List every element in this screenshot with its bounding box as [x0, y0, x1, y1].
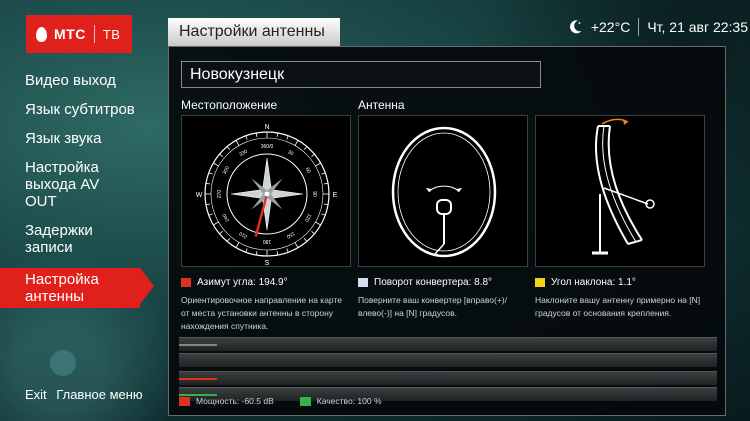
- compass-tick: [276, 251, 279, 256]
- compass-degree-label: 30: [287, 149, 295, 157]
- azimuth-label: Азимут угла: 194.9°: [197, 277, 288, 288]
- strength-swatch: [179, 396, 190, 406]
- antenna-settings-panel: Настройки антенны Новокузнецк Местополож…: [168, 18, 726, 416]
- mts-tv-logo: МТС ТВ: [26, 15, 132, 53]
- dish-front-graphic: [391, 126, 497, 258]
- tilt-legend: Угол наклона: 1.1° Наклоните вашу антенн…: [535, 277, 705, 320]
- location-title: Местоположение: [181, 98, 278, 112]
- compass-degree-label: 90: [311, 191, 317, 197]
- tilt-swatch: [535, 278, 545, 287]
- compass-tick: [213, 162, 219, 167]
- compass-tick: [276, 132, 279, 137]
- mts-egg-icon: [36, 26, 47, 42]
- compass-degree-label: 120: [303, 212, 312, 222]
- compass-direction-E: E: [333, 192, 338, 199]
- compass-tick: [311, 153, 315, 158]
- compass-direction-N: N: [264, 124, 269, 131]
- compass-tick: [235, 242, 240, 248]
- compass-tick: [208, 172, 213, 175]
- compass-degree-label: 210: [238, 230, 248, 239]
- compass-tick: [255, 251, 258, 256]
- compass-degree-label: 360/0: [261, 144, 274, 150]
- compass-tick: [315, 221, 321, 226]
- rotation-legend: Поворот конвертера: 8.8° Поверните ваш к…: [358, 277, 528, 320]
- compass-degree-label: 300: [222, 165, 231, 175]
- tilt-description: Наклоните вашу антенну примерно на [N] г…: [535, 295, 701, 318]
- compass-tick: [205, 182, 210, 185]
- menu-item-audio-language[interactable]: Язык звука: [0, 124, 160, 153]
- compass-box: N E S W 360/0 30 60 90 120 150 180 210 240 270 300 330: [181, 115, 351, 267]
- strength-label: Мощность: -60.5 dB: [196, 396, 274, 406]
- compass-tick: [226, 146, 231, 150]
- compass-tick: [321, 213, 326, 216]
- azimuth-swatch: [181, 278, 191, 287]
- brand-name: МТС: [54, 26, 86, 42]
- compass-tick: [321, 172, 326, 175]
- menu-item-subtitle-language[interactable]: Язык субтитров: [0, 95, 160, 124]
- antenna-title: Антенна: [358, 98, 405, 112]
- quality-label: Качество: 100 %: [316, 396, 382, 406]
- compass-tick: [219, 230, 223, 235]
- compass-tick: [294, 242, 299, 248]
- tilt-label: Угол наклона: 1.1°: [551, 277, 636, 288]
- dish-side-graphic: [592, 118, 655, 255]
- settings-menu: Видео выход Язык субтитров Язык звука На…: [0, 66, 160, 308]
- compass-tick: [226, 238, 231, 242]
- compass-graphic: N E S W 360/0 30 60 90 120 150 180 210 240 270 300 330: [196, 124, 338, 267]
- compass-tick: [324, 203, 329, 206]
- compass-tick: [324, 182, 329, 185]
- compass-tick: [303, 238, 308, 242]
- azimuth-legend: Азимут угла: 194.9° Ориентировочное напр…: [181, 277, 351, 333]
- logo-divider: [93, 25, 95, 43]
- compass-degree-label: 330: [238, 149, 248, 158]
- compass-degree-label: 270: [217, 190, 223, 199]
- compass-tick: [255, 132, 258, 137]
- compass-degree-label: 180: [263, 238, 272, 244]
- antenna-side-box: [535, 115, 705, 267]
- separator-bar: [179, 353, 717, 367]
- azimuth-description: Ориентировочное направление на карте от …: [181, 295, 343, 331]
- compass-direction-S: S: [265, 260, 270, 267]
- compass-tick: [315, 162, 321, 167]
- signal-stats: Мощность: -60.5 dB Качество: 100 %: [179, 396, 408, 406]
- compass-tick: [303, 146, 308, 150]
- compass-tick: [235, 140, 240, 146]
- compass-tick: [311, 230, 315, 235]
- rotation-swatch: [358, 278, 368, 287]
- globe-icon: [50, 350, 76, 376]
- main-menu-label: Главное меню: [56, 387, 143, 402]
- compass-degree-label: 60: [304, 167, 312, 175]
- rotation-label: Поворот конвертера: 8.8°: [374, 277, 493, 288]
- compass-degree-label: 240: [222, 212, 231, 222]
- strength-stat: Мощность: -60.5 dB: [179, 396, 274, 406]
- antenna-front-box: [358, 115, 528, 267]
- compass-degree-label: 150: [285, 230, 295, 239]
- city-field[interactable]: Новокузнецк: [181, 61, 541, 88]
- compass-tick: [208, 213, 213, 216]
- menu-item-av-out[interactable]: Настройка выхода AV OUT: [0, 153, 120, 216]
- menu-item-video-output[interactable]: Видео выход: [0, 66, 160, 95]
- brand-product: ТВ: [102, 26, 121, 42]
- rotation-description: Поверните ваш конвертер [вправо(+)/влево…: [358, 295, 507, 318]
- menu-item-antenna-setup[interactable]: Настройка антенны: [0, 268, 154, 308]
- compass-tick: [286, 248, 289, 253]
- compass-tick: [294, 140, 299, 146]
- compass-direction-W: W: [196, 192, 203, 199]
- compass-tick: [286, 135, 289, 140]
- quality-swatch: [299, 396, 311, 406]
- compass-tick: [205, 203, 210, 206]
- quality-stat: Качество: 100 %: [299, 396, 382, 406]
- exit-key: Exit: [25, 387, 47, 402]
- menu-item-recording-delays[interactable]: Задержки записи: [0, 216, 110, 262]
- compass-tick: [245, 248, 248, 253]
- header-bar: [179, 337, 717, 351]
- panel-title: Настройки антенны: [168, 18, 340, 46]
- strength-bar: [179, 371, 717, 385]
- footer-hint[interactable]: Exit Главное меню: [25, 387, 143, 402]
- compass-tick: [219, 153, 223, 158]
- compass-tick: [245, 135, 248, 140]
- panel-body: Новокузнецк Местоположение Антенна N E S W …: [168, 46, 726, 416]
- compass-tick: [213, 221, 219, 226]
